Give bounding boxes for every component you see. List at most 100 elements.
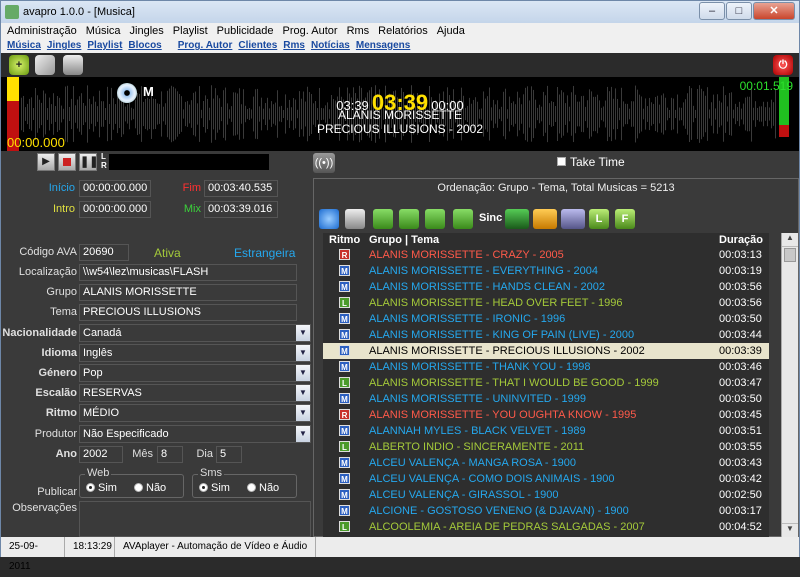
power-icon[interactable]: ⏻ bbox=[773, 55, 793, 75]
add-icon[interactable]: + bbox=[9, 55, 29, 75]
link-musica[interactable]: Música bbox=[7, 39, 41, 53]
table-row[interactable]: L ALBERTO INDIO - SINCERAMENTE - 2011 00:0… bbox=[323, 439, 769, 455]
chevron-down-icon[interactable]: ▼ bbox=[296, 345, 310, 361]
refresh-icon[interactable] bbox=[319, 209, 339, 229]
menu-jingles[interactable]: Jingles bbox=[130, 23, 164, 39]
edit-icon[interactable] bbox=[35, 55, 55, 75]
table-row[interactable]: L ALANIS MORISSETTE - HEAD OVER FEET - 19… bbox=[323, 295, 769, 311]
fim-field[interactable]: 00:03:40.535 bbox=[204, 180, 278, 197]
chevron-down-icon[interactable]: ▼ bbox=[296, 325, 310, 341]
web-sim-radio[interactable]: Sim bbox=[86, 482, 117, 494]
vertical-scrollbar[interactable]: ▲ ▼ bbox=[781, 233, 798, 537]
menu-ajuda[interactable]: Ajuda bbox=[437, 23, 465, 39]
menu-musica[interactable]: Música bbox=[86, 23, 121, 39]
col-duracao[interactable]: Duração bbox=[719, 234, 763, 246]
row-grupo-tema: ALCIONE - GOSTOSO VENENO (& DJAVAN) - 19… bbox=[369, 505, 629, 517]
produtor-select[interactable]: Não Especificado ▼ bbox=[79, 425, 311, 443]
table-row[interactable]: L ALANIS MORISSETTE - THAT I WOULD BE GOO… bbox=[323, 375, 769, 391]
table-row[interactable]: M ALCEU VALENÇA - COMO DOIS ANIMAIS - 190… bbox=[323, 471, 769, 487]
link-jingles[interactable]: Jingles bbox=[47, 39, 81, 53]
sinc-button[interactable]: Sinc bbox=[479, 212, 502, 224]
table-row[interactable]: M ALANNAH MYLES - BLACK VELVET - 1989 00:0… bbox=[323, 423, 769, 439]
prev-record-icon[interactable] bbox=[399, 209, 419, 229]
maximize-button[interactable]: □ bbox=[726, 2, 752, 20]
link-rms[interactable]: Rms bbox=[283, 39, 305, 53]
take-time-checkbox[interactable] bbox=[557, 157, 566, 166]
table-row[interactable]: R ALANIS MORISSETTE - CRAZY - 2005 00:03:1… bbox=[323, 247, 769, 263]
table-row[interactable]: M ALANIS MORISSETTE - UNINVITED - 1999 00:… bbox=[323, 391, 769, 407]
menu-relatorios[interactable]: Relatórios bbox=[378, 23, 428, 39]
codigo-field[interactable]: 20690 bbox=[79, 244, 129, 261]
binoculars-icon[interactable] bbox=[345, 209, 365, 229]
pause-button[interactable]: ❚❚ bbox=[79, 153, 98, 171]
table-row[interactable]: M ALCEU VALENÇA - MANGA ROSA - 1900 00:03:… bbox=[323, 455, 769, 471]
web-nao-radio[interactable]: Não bbox=[134, 482, 166, 494]
dia-field[interactable]: 5 bbox=[216, 446, 242, 463]
link-blocos[interactable]: Blocos bbox=[128, 39, 161, 53]
stop-button[interactable] bbox=[58, 153, 76, 171]
table-row[interactable]: M ALANIS MORISSETTE - IRONIC - 1996 00:03:… bbox=[323, 311, 769, 327]
menu-prog-autor[interactable]: Prog. Autor bbox=[283, 23, 338, 39]
library-l-icon[interactable]: L bbox=[589, 209, 609, 229]
menu-administracao[interactable]: Administração bbox=[7, 23, 77, 39]
col-grupo-tema[interactable]: Grupo | Tema bbox=[369, 234, 439, 246]
menu-playlist[interactable]: Playlist bbox=[173, 23, 208, 39]
library-f-icon[interactable]: F bbox=[615, 209, 635, 229]
intro-field[interactable]: 00:00:00.000 bbox=[79, 201, 151, 218]
delete-icon[interactable] bbox=[63, 55, 83, 75]
localizacao-field[interactable]: \\w54\lez\musicas\FLASH bbox=[79, 264, 297, 281]
link-noticias[interactable]: Notícias bbox=[311, 39, 350, 53]
escalao-select[interactable]: RESERVAS ▼ bbox=[79, 384, 311, 402]
table-row[interactable]: M ALANIS MORISSETTE - HANDS CLEAN - 2002 0… bbox=[323, 279, 769, 295]
ano-field[interactable]: 2002 bbox=[79, 446, 123, 463]
menu-rms[interactable]: Rms bbox=[347, 23, 370, 39]
equalizer-icon[interactable] bbox=[505, 209, 529, 229]
link-clientes[interactable]: Clientes bbox=[238, 39, 277, 53]
table-row[interactable]: R ALANIS MORISSETTE - YOU OUGHTA KNOW - 1… bbox=[323, 407, 769, 423]
col-ritmo[interactable]: Ritmo bbox=[329, 234, 360, 246]
fast-forward-icon[interactable] bbox=[533, 209, 557, 229]
table-row[interactable]: M ALCEU VALENÇA - GIRASSOL - 1900 00:02:50 bbox=[323, 487, 769, 503]
chevron-down-icon[interactable]: ▼ bbox=[296, 426, 310, 442]
ativa-label[interactable]: Ativa bbox=[154, 246, 181, 260]
scroll-down-icon[interactable]: ▼ bbox=[782, 523, 798, 537]
scroll-up-icon[interactable]: ▲ bbox=[782, 233, 798, 247]
broadcast-icon[interactable]: ((•)) bbox=[313, 153, 335, 173]
grupo-field[interactable]: ALANIS MORISSETTE bbox=[79, 284, 297, 301]
ritmo-select[interactable]: MÉDIO ▼ bbox=[79, 404, 311, 422]
table-row[interactable]: M ALANIS MORISSETTE - THANK YOU - 1998 00:… bbox=[323, 359, 769, 375]
idioma-select[interactable]: Inglês ▼ bbox=[79, 344, 311, 362]
minimize-button[interactable]: – bbox=[699, 2, 725, 20]
estrangeira-label[interactable]: Estrangeira bbox=[234, 246, 295, 260]
play-button[interactable]: ▶ bbox=[37, 153, 55, 171]
link-prog-autor[interactable]: Prog. Autor bbox=[178, 39, 233, 53]
ano-label: Ano bbox=[55, 448, 77, 460]
last-record-icon[interactable] bbox=[453, 209, 473, 229]
mes-field[interactable]: 8 bbox=[157, 446, 183, 463]
table-row[interactable]: M ALANIS MORISSETTE - KING OF PAIN (LIVE)… bbox=[323, 327, 769, 343]
first-record-icon[interactable] bbox=[373, 209, 393, 229]
mix-field[interactable]: 00:03:39.016 bbox=[204, 201, 278, 218]
monitor-icon[interactable] bbox=[561, 209, 585, 229]
menu-publicidade[interactable]: Publicidade bbox=[217, 23, 274, 39]
tema-field[interactable]: PRECIOUS ILLUSIONS bbox=[79, 304, 297, 321]
nacionalidade-select[interactable]: Canadá ▼ bbox=[79, 324, 311, 342]
close-button[interactable]: ✕ bbox=[753, 2, 795, 20]
chevron-down-icon[interactable]: ▼ bbox=[296, 385, 310, 401]
table-row[interactable]: M ALANIS MORISSETTE - EVERYTHING - 2004 00… bbox=[323, 263, 769, 279]
table-row[interactable]: M ALCIONE - GOSTOSO VENENO (& DJAVAN) - 1… bbox=[323, 503, 769, 519]
link-playlist[interactable]: Playlist bbox=[87, 39, 122, 53]
sms-nao-radio[interactable]: Não bbox=[247, 482, 279, 494]
scroll-thumb[interactable] bbox=[784, 248, 796, 262]
link-mensagens[interactable]: Mensagens bbox=[356, 39, 410, 53]
table-row[interactable]: M ALANIS MORISSETTE - PRECIOUS ILLUSIONS … bbox=[323, 343, 769, 359]
chevron-down-icon[interactable]: ▼ bbox=[296, 365, 310, 381]
genero-select[interactable]: Pop ▼ bbox=[79, 364, 311, 382]
chevron-down-icon[interactable]: ▼ bbox=[296, 405, 310, 421]
next-record-icon[interactable] bbox=[425, 209, 445, 229]
table-row[interactable]: L ALCOOLEMIA - AREIA DE PEDRAS SALGADAS -… bbox=[323, 519, 769, 535]
sms-sim-radio[interactable]: Sim bbox=[199, 482, 230, 494]
observacoes-field[interactable] bbox=[79, 501, 311, 537]
row-grupo-tema: ALANIS MORISSETTE - THANK YOU - 1998 bbox=[369, 361, 591, 373]
inicio-field[interactable]: 00:00:00.000 bbox=[79, 180, 151, 197]
